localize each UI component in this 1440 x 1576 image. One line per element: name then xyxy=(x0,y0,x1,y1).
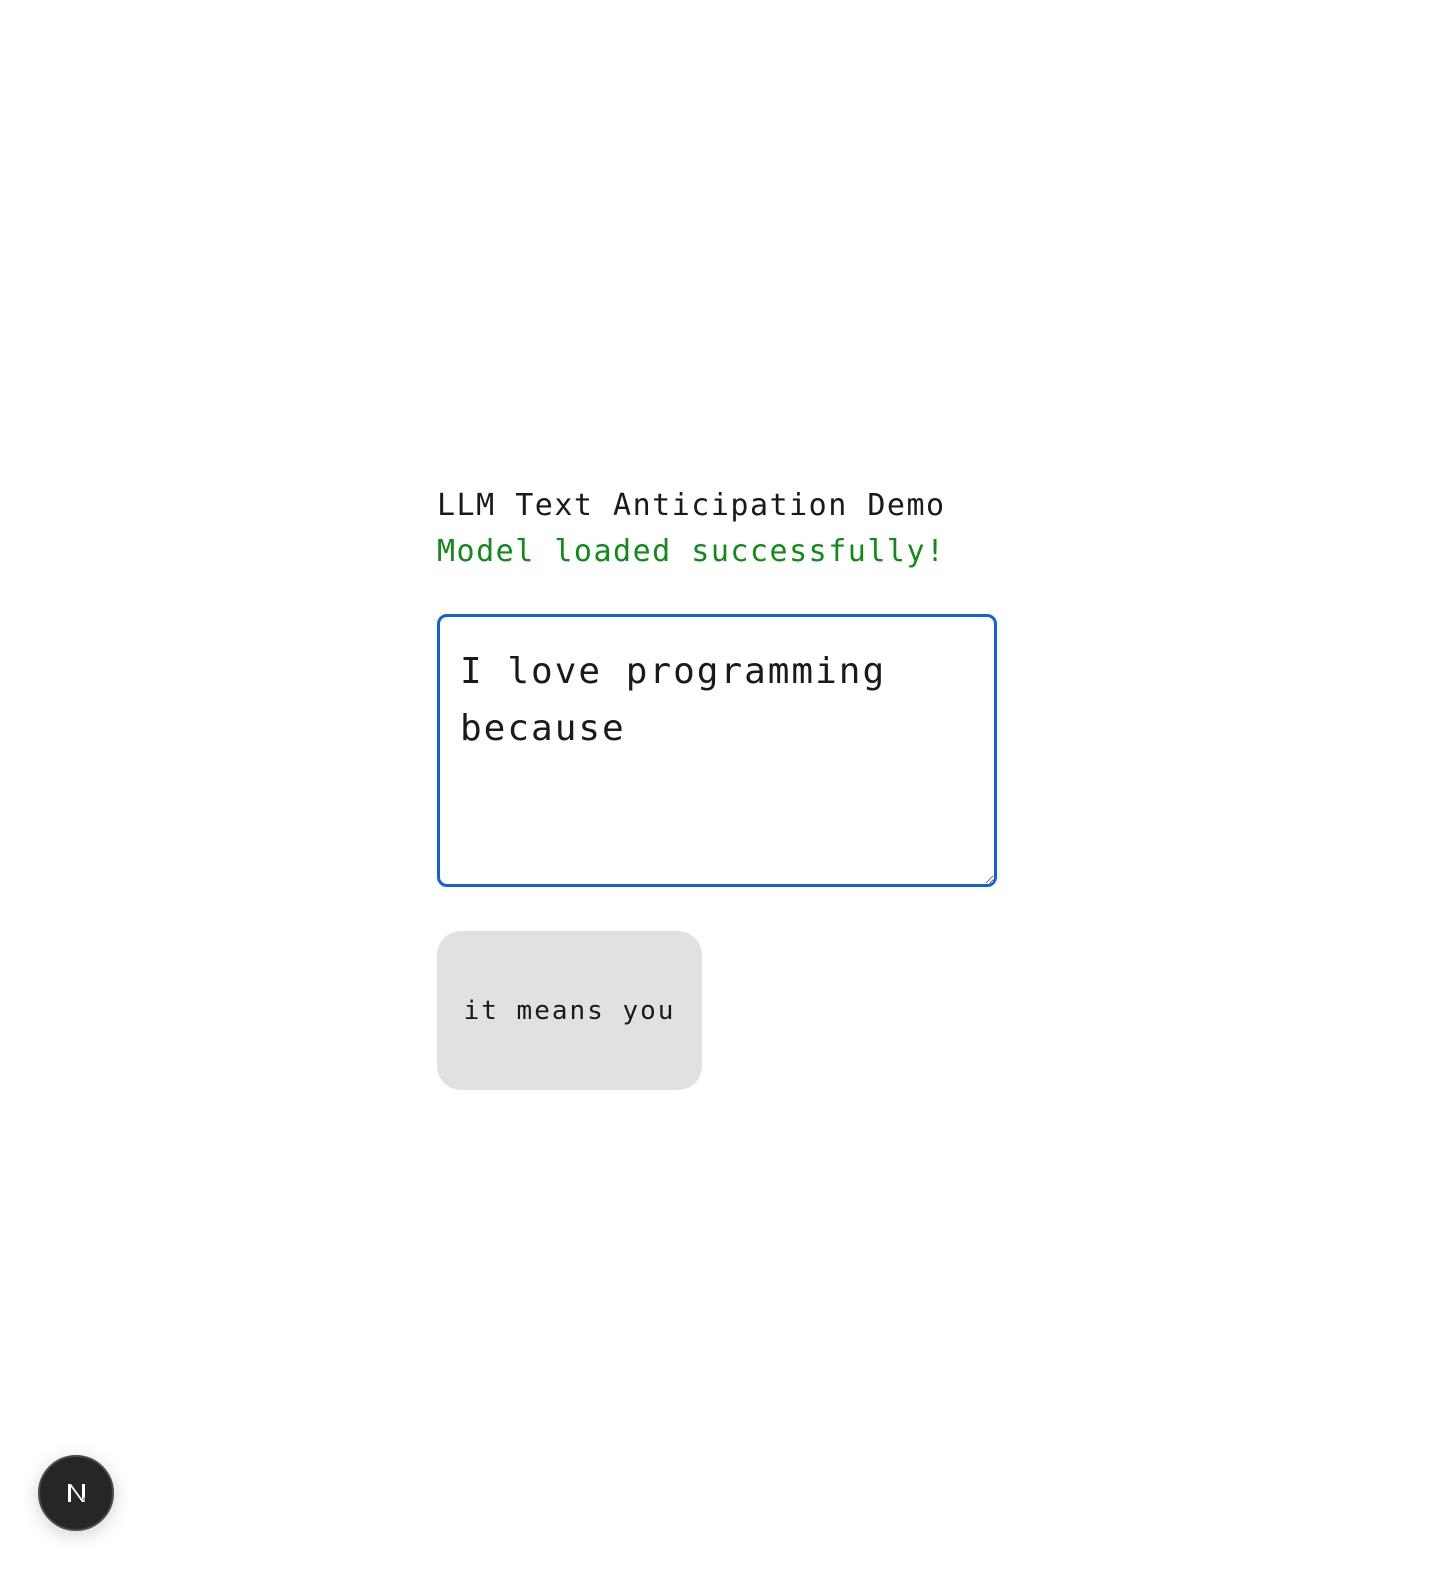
page-title: LLM Text Anticipation Demo xyxy=(437,488,946,523)
model-status-text: Model loaded successfully! xyxy=(437,534,946,569)
nextjs-dev-tools-button[interactable] xyxy=(38,1455,114,1531)
nextjs-logo-icon xyxy=(68,1484,85,1502)
text-input[interactable] xyxy=(437,614,997,887)
suggestion-chip[interactable]: it means you xyxy=(437,931,702,1090)
demo-container: LLM Text Anticipation Demo Model loaded … xyxy=(437,484,997,1090)
